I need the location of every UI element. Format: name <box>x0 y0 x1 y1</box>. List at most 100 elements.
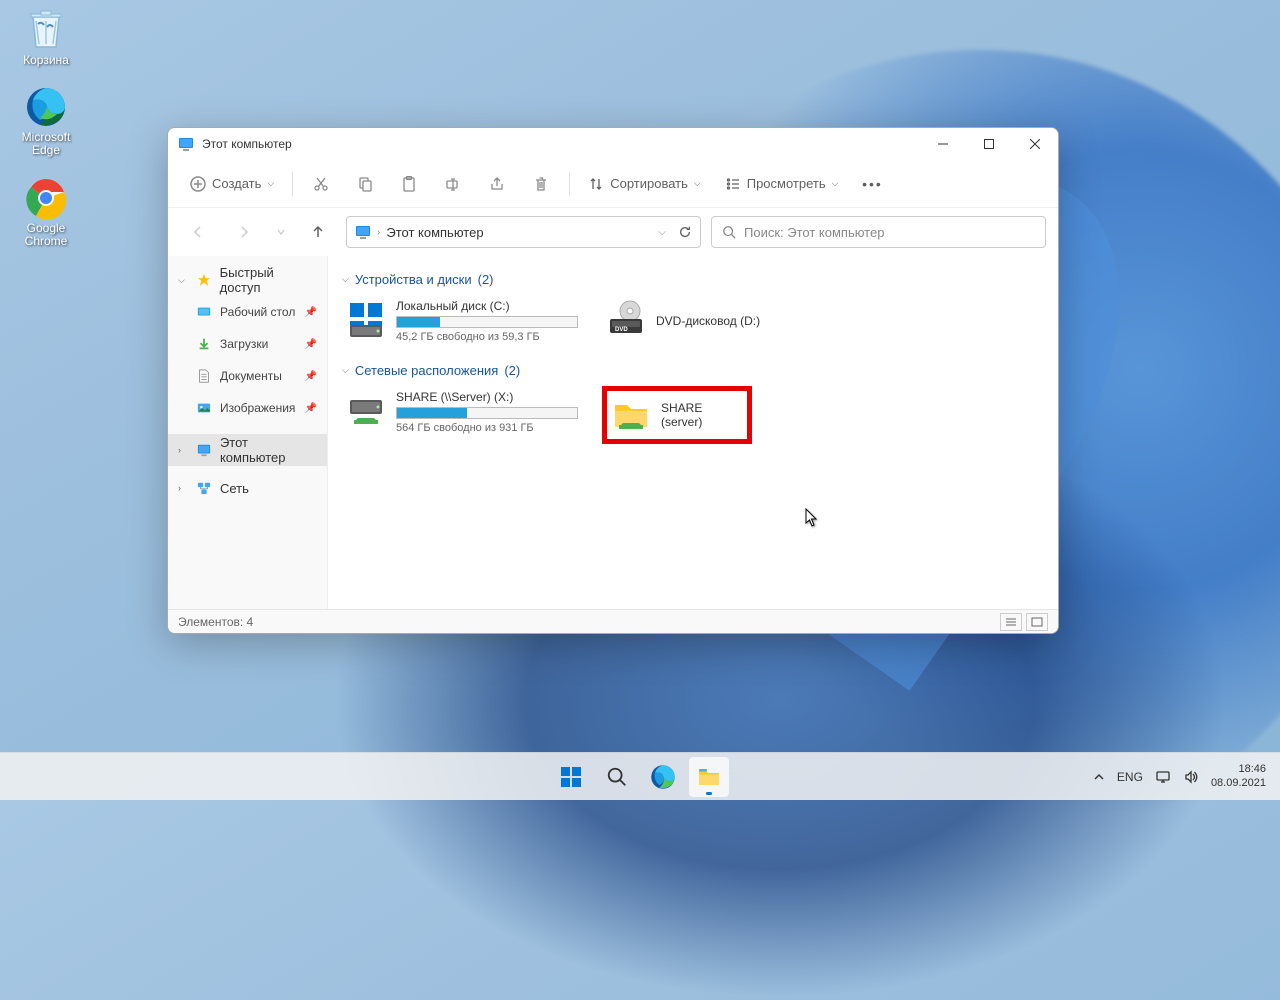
view-button[interactable]: Просмотреть ⌵ <box>715 166 849 202</box>
desktop-icon-chrome[interactable]: Google Chrome <box>8 176 84 248</box>
window-controls <box>920 128 1058 160</box>
group-title: Сетевые расположения <box>355 363 498 378</box>
taskbar: ENG 18:46 08.09.2021 <box>0 752 1280 800</box>
separator <box>569 172 570 196</box>
this-pc-icon <box>196 442 212 458</box>
file-explorer-taskbar-button[interactable] <box>689 757 729 797</box>
download-icon <box>196 336 212 352</box>
sidebar-downloads[interactable]: Загрузки 📌 <box>168 328 327 360</box>
sidebar: ⌵ Быстрый доступ Рабочий стол 📌 Загрузки… <box>168 256 328 609</box>
sidebar-quick-access[interactable]: ⌵ Быстрый доступ <box>168 264 327 296</box>
plus-circle-icon <box>190 176 206 192</box>
chevron-down-icon: ⌵ <box>342 365 349 376</box>
pin-icon: 📌 <box>305 371 317 382</box>
paste-button[interactable] <box>389 166 429 202</box>
titlebar[interactable]: Этот компьютер <box>168 128 1058 160</box>
breadcrumb-location[interactable]: Этот компьютер <box>386 225 483 240</box>
desktop-icon-label: Корзина <box>23 54 69 67</box>
drive-name: DVD-дисковод (D:) <box>656 314 798 328</box>
view-icon <box>725 176 741 192</box>
group-devices-header[interactable]: ⌵ Устройства и диски (2) <box>342 272 1044 287</box>
edge-taskbar-button[interactable] <box>643 757 683 797</box>
share-icon <box>489 176 505 192</box>
sidebar-label: Сеть <box>220 481 249 496</box>
minimize-button[interactable] <box>920 128 966 160</box>
close-button[interactable] <box>1012 128 1058 160</box>
sidebar-label: Этот компьютер <box>220 435 317 465</box>
maximize-button[interactable] <box>966 128 1012 160</box>
trash-icon <box>533 176 549 192</box>
desktop-icon-recycle-bin[interactable]: Корзина <box>8 8 84 67</box>
sidebar-label: Загрузки <box>220 337 268 351</box>
network-share-folder[interactable]: SHARE (server) <box>602 386 752 444</box>
clock[interactable]: 18:46 08.09.2021 <box>1211 763 1266 789</box>
chevron-down-icon: ⌵ <box>342 274 349 285</box>
search-button[interactable] <box>597 757 637 797</box>
delete-button[interactable] <box>521 166 561 202</box>
desktop-icon <box>196 304 212 320</box>
drive-name: SHARE (server) <box>661 401 743 429</box>
search-box[interactable]: Поиск: Этот компьютер <box>711 216 1046 248</box>
pin-icon: 📌 <box>305 339 317 350</box>
sidebar-label: Изображения <box>220 401 295 415</box>
sidebar-this-pc[interactable]: › Этот компьютер <box>168 434 327 466</box>
recent-dropdown[interactable] <box>272 214 290 250</box>
chrome-icon <box>24 176 68 220</box>
tray-overflow-button[interactable] <box>1093 771 1105 783</box>
ellipsis-icon: ••• <box>862 176 883 192</box>
view-large-button[interactable] <box>1026 613 1048 631</box>
sidebar-network[interactable]: › Сеть <box>168 472 327 504</box>
network-drive-x[interactable]: SHARE (\\Server) (X:) 564 ГБ свободно из… <box>342 386 582 444</box>
edge-icon <box>24 85 68 129</box>
breadcrumb-separator: › <box>377 227 380 238</box>
rename-button[interactable] <box>433 166 473 202</box>
copy-button[interactable] <box>345 166 385 202</box>
statusbar: Элементов: 4 <box>168 609 1058 633</box>
this-pc-icon <box>178 136 194 152</box>
sort-button[interactable]: Сортировать ⌵ <box>578 166 711 202</box>
refresh-button[interactable] <box>678 225 692 239</box>
address-bar[interactable]: › Этот компьютер ⌵ <box>346 216 701 248</box>
sidebar-documents[interactable]: Документы 📌 <box>168 360 327 392</box>
sidebar-desktop[interactable]: Рабочий стол 📌 <box>168 296 327 328</box>
drive-name: Локальный диск (C:) <box>396 299 578 313</box>
chevron-down-icon[interactable]: ⌵ <box>658 227 666 238</box>
scissors-icon <box>313 176 329 192</box>
desktop-icons: Корзина Microsoft Edge Google Chrome <box>8 8 84 248</box>
view-label: Просмотреть <box>747 176 826 191</box>
pin-icon: 📌 <box>305 403 317 414</box>
forward-button[interactable] <box>226 214 262 250</box>
drive-dvd[interactable]: DVD DVD-дисковод (D:) <box>602 295 802 347</box>
start-button[interactable] <box>551 757 591 797</box>
network-drive-icon <box>346 390 386 430</box>
chevron-down-icon: ⌵ <box>832 178 839 189</box>
dvd-icon: DVD <box>606 299 646 339</box>
picture-icon <box>196 400 212 416</box>
drive-free-text: 564 ГБ свободно из 931 ГБ <box>396 422 578 434</box>
network-icon <box>196 480 212 496</box>
more-button[interactable]: ••• <box>852 166 892 202</box>
group-network-header[interactable]: ⌵ Сетевые расположения (2) <box>342 363 1044 378</box>
back-button[interactable] <box>180 214 216 250</box>
group-devices-items: Локальный диск (C:) 45,2 ГБ свободно из … <box>342 295 1044 347</box>
desktop-icon-label: Google Chrome <box>8 222 84 248</box>
new-button[interactable]: Создать ⌵ <box>180 166 284 202</box>
desktop-icon-edge[interactable]: Microsoft Edge <box>8 85 84 157</box>
drive-local-c[interactable]: Локальный диск (C:) 45,2 ГБ свободно из … <box>342 295 582 347</box>
network-tray-icon[interactable] <box>1155 769 1171 785</box>
sort-label: Сортировать <box>610 176 688 191</box>
sidebar-pictures[interactable]: Изображения 📌 <box>168 392 327 424</box>
group-network-items: SHARE (\\Server) (X:) 564 ГБ свободно из… <box>342 386 1044 444</box>
share-button[interactable] <box>477 166 517 202</box>
chevron-down-icon: ⌵ <box>694 178 701 189</box>
rename-icon <box>445 176 461 192</box>
up-button[interactable] <box>300 214 336 250</box>
view-details-button[interactable] <box>1000 613 1022 631</box>
file-explorer-window: Этот компьютер Создать ⌵ Сортировать ⌵ П… <box>167 127 1059 634</box>
language-indicator[interactable]: ENG <box>1117 770 1143 784</box>
cut-button[interactable] <box>301 166 341 202</box>
explorer-body: ⌵ Быстрый доступ Рабочий стол 📌 Загрузки… <box>168 256 1058 609</box>
volume-tray-icon[interactable] <box>1183 769 1199 785</box>
drive-capacity-bar <box>396 316 578 328</box>
svg-text:DVD: DVD <box>615 327 628 333</box>
